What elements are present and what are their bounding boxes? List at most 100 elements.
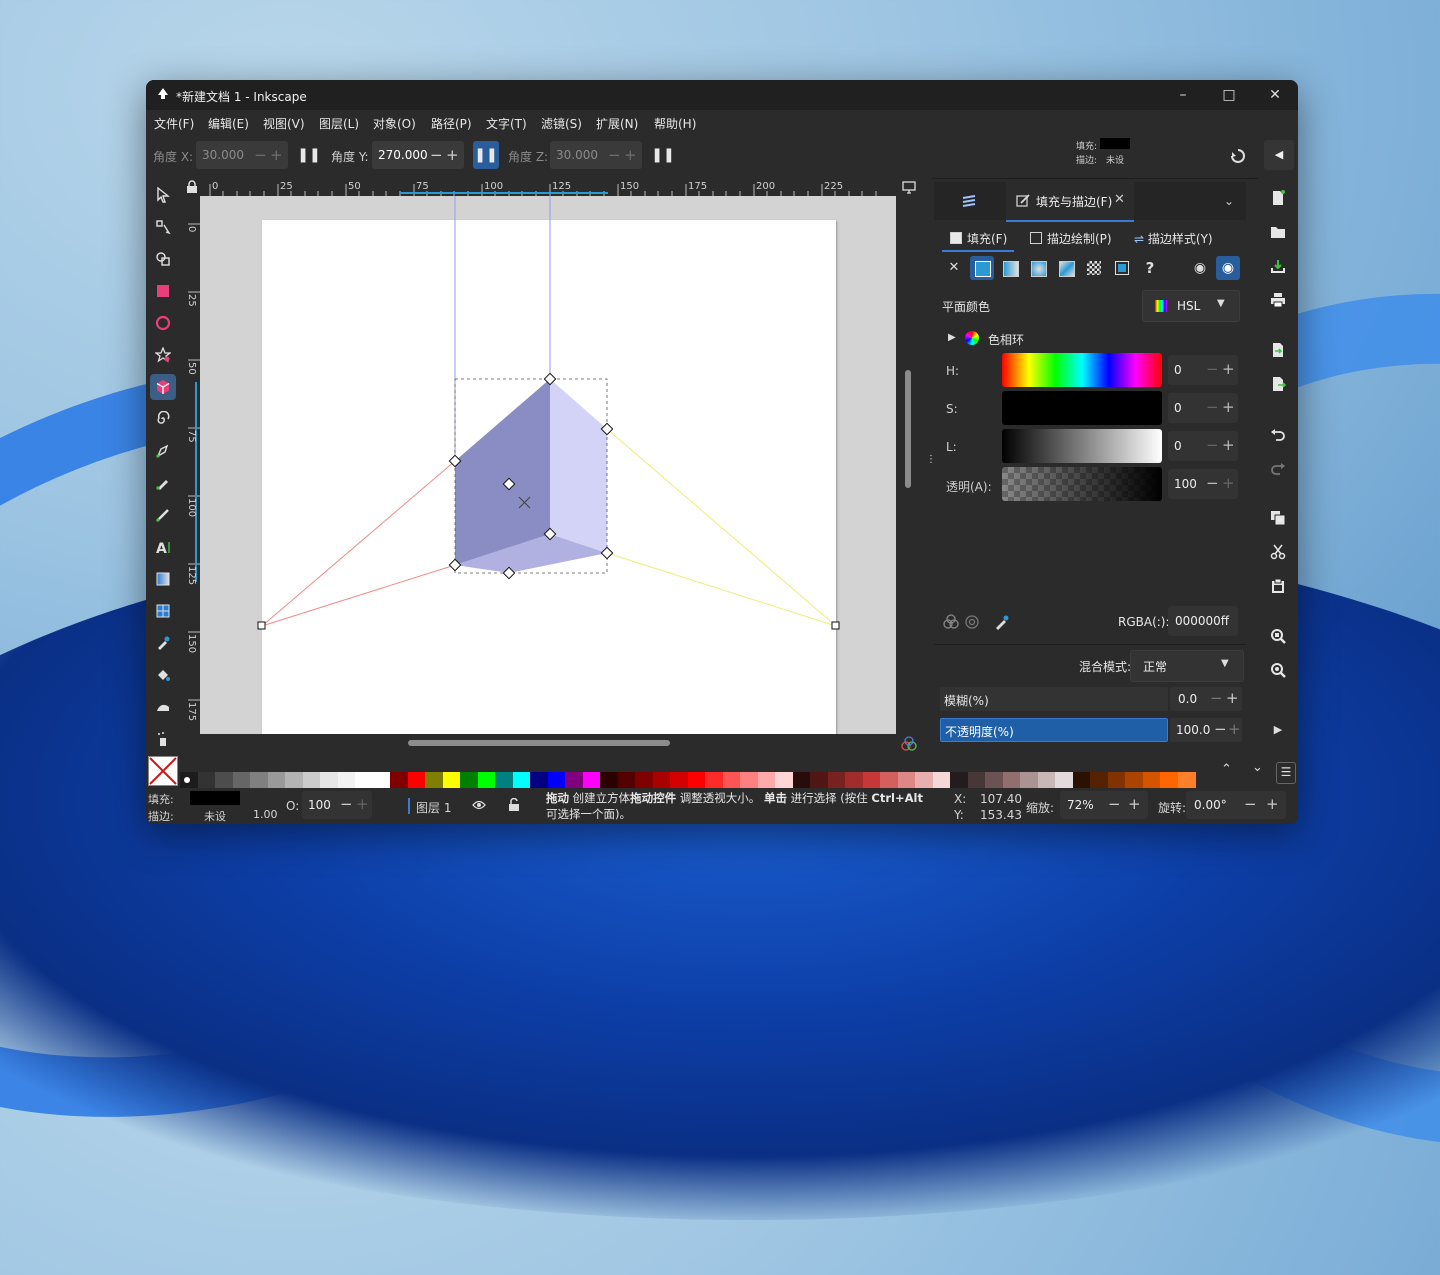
alpha-minus[interactable]: −	[1206, 474, 1219, 492]
palette-swatch[interactable]	[792, 772, 811, 788]
out-of-gamut-icon[interactable]	[964, 614, 980, 630]
rotate-icon[interactable]	[1230, 148, 1246, 164]
palette-swatch[interactable]	[1107, 772, 1126, 788]
angle-y-plus[interactable]: +	[446, 146, 459, 164]
rotate-plus[interactable]: +	[1266, 795, 1279, 813]
angle-x-vp-toggle[interactable]: ❚❚	[296, 141, 322, 169]
open-button[interactable]	[1266, 220, 1290, 244]
palette-swatch[interactable]	[547, 772, 566, 788]
menu-text[interactable]: 文字(T)	[486, 115, 527, 132]
menu-help[interactable]: 帮助(H)	[654, 115, 696, 132]
cut-button[interactable]	[1266, 540, 1290, 564]
palette-scroll-up-icon[interactable]: ⌃	[1221, 762, 1232, 777]
palette-swatch[interactable]	[1020, 772, 1038, 788]
l-spinbox[interactable]: 0 − +	[1168, 431, 1238, 461]
unset-paint-icon[interactable]: ?	[1138, 256, 1162, 280]
l-plus[interactable]: +	[1222, 436, 1235, 454]
display-mode-icon[interactable]	[902, 181, 916, 194]
palette-swatch[interactable]	[582, 772, 601, 788]
palette-swatch[interactable]	[442, 772, 461, 788]
palette-swatch[interactable]	[967, 772, 986, 788]
palette-swatch[interactable]	[425, 772, 443, 788]
vertical-scrollbar[interactable]	[905, 370, 911, 488]
undo-button[interactable]	[1266, 422, 1290, 446]
pen-tool[interactable]	[150, 438, 176, 464]
mesh-gradient-button[interactable]	[1054, 256, 1078, 280]
palette-swatch[interactable]	[775, 772, 793, 788]
opacity-minus[interactable]: −	[1214, 720, 1227, 738]
subtab-fill[interactable]: 填充(F)	[942, 230, 1014, 252]
status-fill-swatch[interactable]	[190, 791, 240, 805]
zoom-spinbox[interactable]: 72% − +	[1060, 791, 1148, 819]
no-color-swatch[interactable]	[148, 756, 178, 786]
palette-swatch[interactable]	[460, 772, 478, 788]
dropper-tool[interactable]	[150, 630, 176, 656]
tweak-tool[interactable]	[150, 694, 176, 720]
palette-menu-icon[interactable]: ☰	[1276, 762, 1296, 784]
layers-icon[interactable]	[961, 193, 977, 209]
palette-swatch[interactable]	[390, 772, 408, 788]
palette-swatch[interactable]	[880, 772, 898, 788]
palette-swatch[interactable]	[670, 772, 688, 788]
palette-swatch[interactable]	[1037, 772, 1056, 788]
palette-swatch[interactable]	[285, 772, 303, 788]
status-stroke-value[interactable]: 未设	[204, 808, 226, 824]
palette-swatch[interactable]	[757, 772, 776, 788]
menu-filters[interactable]: 滤镜(S)	[541, 115, 582, 132]
paint-bucket-tool[interactable]	[150, 662, 176, 688]
new-document-button[interactable]	[1266, 186, 1290, 210]
close-tab-icon[interactable]: ✕	[1114, 192, 1125, 207]
palette-swatch[interactable]	[1002, 772, 1021, 788]
no-paint-icon[interactable]: ✕	[942, 256, 966, 280]
menu-view[interactable]: 视图(V)	[263, 115, 305, 132]
ellipse-tool[interactable]	[150, 310, 176, 336]
menu-edit[interactable]: 编辑(E)	[208, 115, 249, 132]
linear-gradient-button[interactable]	[998, 256, 1022, 280]
print-button[interactable]	[1266, 288, 1290, 312]
palette-swatch[interactable]	[915, 772, 933, 788]
palette-swatch[interactable]	[1177, 772, 1196, 788]
palette-swatch[interactable]	[687, 772, 706, 788]
palette-swatch[interactable]	[530, 772, 548, 788]
zoom-minus[interactable]: −	[1108, 795, 1121, 813]
h-spinbox[interactable]: 0 − +	[1168, 355, 1238, 385]
export-button[interactable]	[1266, 372, 1290, 396]
subtab-stroke-paint[interactable]: 描边绘制(P)	[1030, 230, 1112, 252]
blur-slider[interactable]: 模糊(%)	[940, 687, 1168, 711]
palette-swatch[interactable]	[897, 772, 916, 788]
alpha-spinbox[interactable]: 100 − +	[1168, 469, 1238, 499]
flat-color-button[interactable]	[970, 256, 994, 280]
shape-builder-tool[interactable]	[150, 246, 176, 272]
color-managed-icon[interactable]	[942, 614, 960, 630]
palette-swatch[interactable]	[302, 772, 321, 788]
redo-button[interactable]	[1266, 456, 1290, 480]
swatch-button[interactable]	[1110, 256, 1134, 280]
angle-z-plus[interactable]: +	[624, 146, 637, 164]
blur-plus[interactable]: +	[1226, 689, 1239, 707]
palette-scroll-down-icon[interactable]: ⌄	[1252, 760, 1263, 775]
palette-swatch[interactable]	[372, 772, 391, 788]
angle-z-minus[interactable]: −	[608, 146, 621, 164]
alpha-slider[interactable]	[1002, 467, 1162, 501]
h-slider[interactable]	[1002, 353, 1162, 387]
palette-swatch[interactable]	[495, 772, 513, 788]
palette-swatch[interactable]	[337, 772, 356, 788]
text-tool[interactable]: A	[150, 534, 176, 560]
s-spinbox[interactable]: 0 − +	[1168, 393, 1238, 423]
menu-file[interactable]: 文件(F)	[154, 115, 194, 132]
eyedropper-icon[interactable]	[994, 614, 1010, 630]
angle-y-minus[interactable]: −	[430, 146, 443, 164]
panel-menu-chevron-icon[interactable]: ⌄	[1216, 188, 1242, 214]
rotate-minus[interactable]: −	[1244, 795, 1257, 813]
blur-spinbox[interactable]: 0.0 − +	[1170, 687, 1242, 711]
palette-swatch[interactable]	[355, 772, 373, 788]
palette-swatch[interactable]	[320, 772, 338, 788]
palette-swatch[interactable]	[477, 772, 496, 788]
color-model-dropdown[interactable]: HSL ▼	[1142, 290, 1240, 322]
mesh-tool[interactable]	[150, 598, 176, 624]
unlock-icon[interactable]	[508, 798, 520, 812]
pencil-tool[interactable]	[150, 470, 176, 496]
palette-swatch[interactable]	[215, 772, 233, 788]
selector-tool[interactable]	[150, 182, 176, 208]
palette-swatch[interactable]	[862, 772, 881, 788]
